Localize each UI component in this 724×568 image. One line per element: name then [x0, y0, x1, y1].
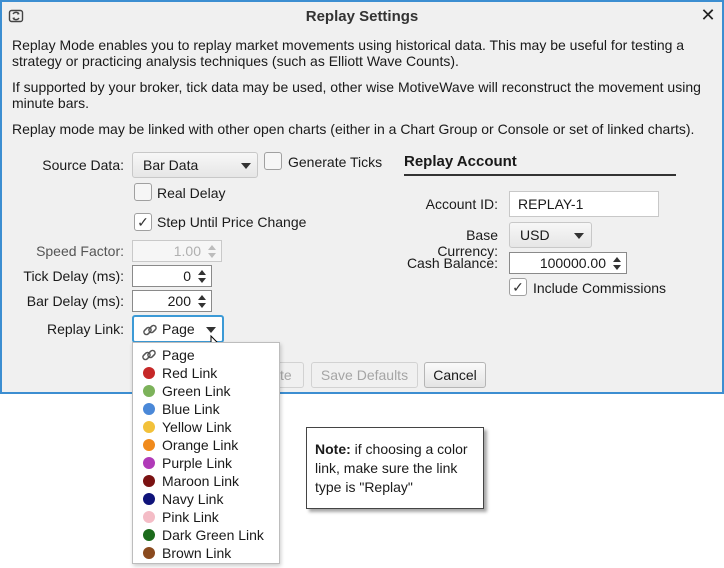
description-paragraph-1: Replay Mode enables you to replay market… [12, 37, 685, 69]
link-option-blue-link[interactable]: Blue Link [133, 400, 279, 418]
spin-down-icon[interactable] [198, 303, 206, 308]
checkmark-icon: ✓ [512, 279, 524, 295]
color-dot-icon [143, 385, 155, 397]
description-paragraph-2: If supported by your broker, tick data m… [12, 79, 701, 111]
link-option-label: Purple Link [162, 455, 233, 471]
tick-delay-spinner[interactable]: 0 [132, 265, 212, 287]
tick-delay-value: 0 [183, 268, 191, 284]
replay-link-value: Page [162, 321, 195, 337]
spin-down-icon[interactable] [198, 278, 206, 283]
color-dot-icon [143, 421, 155, 433]
cash-balance-value: 100000.00 [539, 255, 606, 271]
color-dot-icon [143, 457, 155, 469]
real-delay-label: Real Delay [157, 185, 226, 201]
color-dot-icon [143, 511, 155, 523]
color-dot-icon [143, 547, 155, 559]
save-defaults-button: Save Defaults [311, 362, 418, 388]
link-option-page[interactable]: Page [133, 346, 279, 364]
generate-ticks-checkbox[interactable] [264, 152, 282, 170]
replay-account-heading: Replay Account [404, 153, 517, 170]
spin-down-icon [208, 253, 216, 258]
account-id-value: REPLAY-1 [518, 196, 584, 212]
link-option-brown-link[interactable]: Brown Link [133, 544, 279, 562]
note-callout: Note: if choosing a color link, make sur… [306, 427, 484, 509]
chevron-down-icon [206, 327, 216, 333]
note-bold-prefix: Note: [315, 441, 351, 457]
bar-delay-spinner[interactable]: 200 [132, 290, 212, 312]
spin-up-icon[interactable] [613, 257, 621, 262]
link-chain-icon [142, 322, 158, 341]
link-option-label: Maroon Link [162, 473, 240, 489]
replay-settings-dialog: Replay Settings ✕ Replay Mode enables yo… [0, 0, 724, 394]
speed-factor-spinner: 1.00 [132, 240, 222, 262]
color-dot-icon [143, 493, 155, 505]
cash-balance-label: Cash Balance: [406, 255, 498, 271]
spin-up-icon [208, 245, 216, 250]
source-data-select[interactable]: Bar Data [132, 152, 258, 178]
source-data-value: Bar Data [143, 157, 199, 173]
close-icon[interactable]: ✕ [698, 4, 718, 26]
base-currency-select[interactable]: USD [509, 222, 592, 248]
color-dot-icon [143, 529, 155, 541]
color-dot-icon [143, 439, 155, 451]
link-option-dark-green-link[interactable]: Dark Green Link [133, 526, 279, 544]
bar-delay-value: 200 [167, 293, 191, 309]
section-divider [404, 174, 676, 176]
tick-delay-label: Tick Delay (ms): [23, 268, 124, 284]
cash-balance-spinner[interactable]: 100000.00 [509, 252, 627, 274]
link-option-purple-link[interactable]: Purple Link [133, 454, 279, 472]
link-option-label: Blue Link [162, 401, 220, 417]
color-dot-icon [143, 475, 155, 487]
link-option-maroon-link[interactable]: Maroon Link [133, 472, 279, 490]
link-option-label: Yellow Link [162, 419, 232, 435]
color-dot-icon [143, 403, 155, 415]
include-commissions-label: Include Commissions [533, 280, 667, 296]
speed-factor-label: Speed Factor: [36, 243, 124, 259]
link-option-label: Brown Link [162, 545, 232, 561]
source-data-label: Source Data: [42, 157, 124, 173]
link-option-navy-link[interactable]: Navy Link [133, 490, 279, 508]
link-option-label: Pink Link [162, 509, 219, 525]
base-currency-value: USD [520, 227, 550, 243]
generate-ticks-label: Generate Ticks [288, 154, 383, 170]
spin-up-icon[interactable] [198, 270, 206, 275]
link-option-label: Dark Green Link [162, 527, 264, 543]
spin-down-icon[interactable] [613, 265, 621, 270]
link-option-yellow-link[interactable]: Yellow Link [133, 418, 279, 436]
account-id-label: Account ID: [425, 196, 498, 212]
link-option-pink-link[interactable]: Pink Link [133, 508, 279, 526]
title-bar: Replay Settings ✕ [2, 2, 722, 30]
link-option-orange-link[interactable]: Orange Link [133, 436, 279, 454]
checkmark-icon: ✓ [137, 214, 149, 230]
link-option-green-link[interactable]: Green Link [133, 382, 279, 400]
link-option-red-link[interactable]: Red Link [133, 364, 279, 382]
step-until-price-change-checkbox[interactable]: ✓ [134, 213, 152, 231]
speed-factor-value: 1.00 [173, 243, 201, 259]
account-id-field[interactable]: REPLAY-1 [509, 191, 659, 217]
color-dot-icon [143, 367, 155, 379]
replay-link-dropdown-menu: Page Red Link Green Link Blue Link Yellow Li… [132, 342, 280, 564]
chevron-down-icon [241, 163, 251, 169]
cancel-button[interactable]: Cancel [424, 362, 486, 388]
dialog-title: Replay Settings [305, 8, 419, 25]
link-option-label: Red Link [162, 365, 218, 381]
real-delay-checkbox[interactable] [134, 183, 152, 201]
spin-up-icon[interactable] [198, 295, 206, 300]
bar-delay-label: Bar Delay (ms): [26, 293, 124, 309]
description-paragraph-3: Replay mode may be linked with other ope… [12, 121, 695, 137]
link-option-label: Orange Link [162, 437, 239, 453]
chevron-down-icon [574, 233, 584, 239]
replay-link-label: Replay Link: [46, 321, 124, 337]
step-until-price-change-label: Step Until Price Change [157, 214, 307, 230]
link-option-label: Page [162, 347, 195, 363]
link-option-label: Green Link [162, 383, 231, 399]
include-commissions-checkbox[interactable]: ✓ [509, 278, 527, 296]
link-option-label: Navy Link [162, 491, 224, 507]
